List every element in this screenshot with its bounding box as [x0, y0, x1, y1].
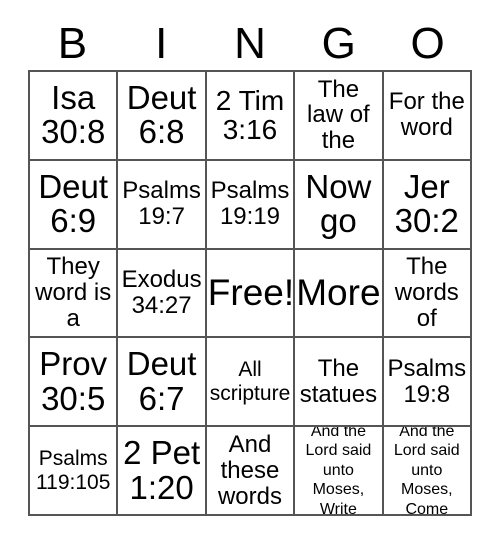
bingo-cell[interactable]: All scripture — [206, 338, 296, 428]
bingo-cell[interactable]: And the Lord said unto Moses, Come — [383, 427, 472, 516]
bingo-cell-text: Deut 6:7 — [126, 345, 197, 417]
bingo-cell-text: Deut 6:8 — [126, 78, 197, 151]
bingo-cell[interactable]: Psalms 119:105 — [30, 427, 119, 516]
bingo-cell[interactable]: Deut 6:7 — [118, 338, 207, 428]
bingo-cell-text: 2 Tim 3:16 — [215, 84, 285, 146]
bingo-cell[interactable]: Psalms 19:8 — [383, 338, 472, 428]
bingo-cell[interactable]: Prov 30:5 — [30, 338, 119, 428]
bingo-cell-text: The statues — [299, 354, 378, 408]
bingo-cell[interactable]: More — [295, 249, 384, 339]
bingo-card: B I N G O Isa 30:8 Deut 6:8 2 Tim 3:16 T… — [0, 0, 500, 544]
bingo-cell[interactable]: 2 Tim 3:16 — [206, 72, 296, 161]
bingo-header-letter-o: O — [410, 19, 445, 68]
bingo-cell-text: The words of — [394, 253, 459, 332]
bingo-cell-text: More — [296, 271, 381, 313]
bingo-cell-text: And the Lord said unto Moses, Come — [393, 427, 460, 516]
bingo-header-letter-g: G — [321, 19, 356, 68]
bingo-cell[interactable]: Exodus 34:27 — [118, 249, 207, 339]
bingo-cell-text: Prov 30:5 — [39, 345, 108, 417]
bingo-cell-text: Psalms 19:19 — [210, 177, 290, 231]
bingo-cell[interactable]: Now go — [295, 160, 384, 250]
bingo-free-cell[interactable]: Free! — [206, 249, 296, 339]
bingo-header-row: B I N G O — [28, 18, 472, 70]
bingo-header-letter-b: B — [57, 19, 88, 68]
bingo-header-letter-n: N — [234, 19, 266, 68]
bingo-cell[interactable]: For the word — [383, 72, 472, 161]
bingo-cell[interactable]: Psalms 19:19 — [206, 160, 296, 250]
bingo-header-letter-i: I — [155, 19, 168, 68]
bingo-cell-text: And these words — [217, 430, 282, 510]
bingo-cell[interactable]: Isa 30:8 — [30, 72, 119, 161]
bingo-cell[interactable]: The statues — [295, 338, 384, 428]
bingo-cell[interactable]: 2 Pet 1:20 — [118, 427, 207, 516]
bingo-cell[interactable]: Deut 6:9 — [30, 160, 119, 250]
bingo-cell[interactable]: And these words — [206, 427, 296, 516]
bingo-cell-text: Free! — [207, 271, 295, 313]
bingo-cell-text: Now go — [305, 167, 372, 240]
bingo-cell[interactable]: The words of — [383, 249, 472, 339]
bingo-cell[interactable]: Jer 30:2 — [383, 160, 472, 250]
bingo-cell[interactable]: And the Lord said unto Moses, Write — [295, 427, 384, 516]
bingo-cell[interactable]: Deut 6:8 — [118, 72, 207, 161]
bingo-cell-text: Psalms 119:105 — [36, 447, 111, 494]
bingo-cell-text: Deut 6:9 — [38, 167, 109, 240]
bingo-cell-text: They word is a — [35, 253, 112, 332]
bingo-cell-text: Psalms 19:8 — [387, 354, 467, 408]
bingo-cell-text: Exodus 34:27 — [121, 266, 202, 319]
bingo-cell-text: Jer 30:2 — [394, 167, 459, 240]
bingo-cell-text: The law of the — [307, 75, 370, 155]
bingo-cell-text: Psalms 19:7 — [122, 177, 201, 231]
bingo-cell-text: All scripture — [209, 358, 291, 405]
bingo-cell[interactable]: Psalms 19:7 — [118, 160, 207, 250]
bingo-grid: Isa 30:8 Deut 6:8 2 Tim 3:16 The law of … — [28, 70, 472, 516]
bingo-cell-text: 2 Pet 1:20 — [123, 433, 201, 506]
bingo-cell-text: Isa 30:8 — [41, 78, 106, 151]
bingo-cell[interactable]: They word is a — [30, 249, 119, 339]
bingo-cell[interactable]: The law of the — [295, 72, 384, 161]
bingo-cell-text: For the word — [388, 88, 465, 142]
bingo-cell-text: And the Lord said unto Moses, Write — [305, 427, 372, 516]
